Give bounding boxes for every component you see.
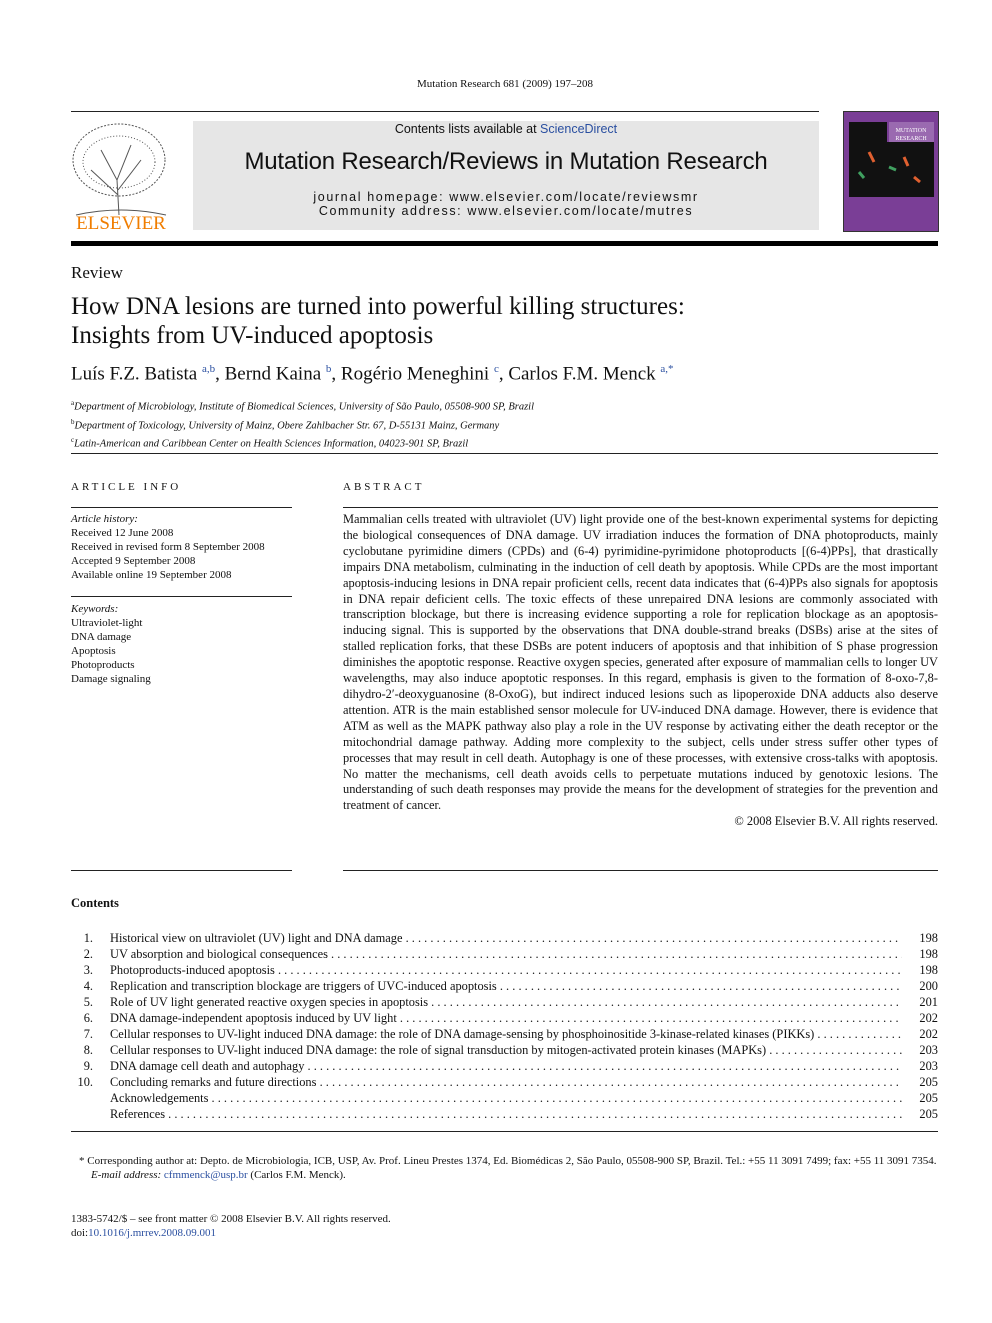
toc-page[interactable]: 203 xyxy=(902,1042,938,1058)
journal-citation: Mutation Research 681 (2009) 197–208 xyxy=(417,78,593,90)
toc-item[interactable]: 8. Cellular responses to UV-light induced… xyxy=(71,1042,938,1058)
toc-number: 4. xyxy=(83,979,93,993)
article-history: Article history: Received 12 June 2008 Re… xyxy=(71,513,265,581)
email-link[interactable]: cfmmenck@usp.br xyxy=(164,1169,248,1181)
toc-number: 3. xyxy=(83,963,93,977)
toc-page[interactable]: 203 xyxy=(902,1058,938,1074)
abstract-heading: ABSTRACT xyxy=(343,481,425,493)
toc-number: 5. xyxy=(83,995,93,1009)
toc-page[interactable]: 198 xyxy=(902,962,938,978)
toc-item[interactable]: 3. Photoproducts-induced apoptosis198 xyxy=(71,962,938,978)
corresponding-author: * Corresponding author at: Depto. de Mic… xyxy=(79,1155,937,1167)
doi-link[interactable]: 10.1016/j.mrrev.2008.09.001 xyxy=(88,1227,216,1239)
abstract: Mammalian cells treated with ultraviolet… xyxy=(343,512,938,830)
toc-page[interactable]: 205 xyxy=(902,1106,938,1122)
toc-label[interactable]: DNA damage-independent apoptosis induced… xyxy=(110,1010,902,1026)
divider xyxy=(343,507,938,508)
article-info-heading: ARTICLE INFO xyxy=(71,481,182,493)
author: Luís F.Z. Batista xyxy=(71,363,198,385)
divider xyxy=(343,870,938,871)
toc-label[interactable]: Cellular responses to UV-light induced D… xyxy=(110,1042,902,1058)
toc-item[interactable]: Acknowledgements205 xyxy=(71,1090,938,1106)
toc-number xyxy=(71,1106,93,1122)
contents-title: Contents xyxy=(71,896,119,910)
divider xyxy=(71,453,938,454)
toc-label[interactable]: DNA damage cell death and autophagy xyxy=(110,1058,902,1074)
toc-item[interactable]: 9. DNA damage cell death and autophagy203 xyxy=(71,1058,938,1074)
toc-number: 6. xyxy=(83,1011,93,1025)
toc-label[interactable]: References xyxy=(110,1106,902,1122)
author: Rogério Meneghini xyxy=(340,363,490,385)
table-of-contents: 1. Historical view on ultraviolet (UV) li… xyxy=(71,930,939,1122)
copyright: © 2008 Elsevier B.V. All rights reserved… xyxy=(734,814,938,829)
divider xyxy=(71,870,292,871)
toc-label[interactable]: Historical view on ultraviolet (UV) ligh… xyxy=(110,930,902,946)
toc-number xyxy=(71,1090,93,1106)
toc-label[interactable]: Concluding remarks and future directions xyxy=(110,1074,902,1090)
journal-banner: Contents lists available at ScienceDirec… xyxy=(193,121,819,230)
footnotes: * Corresponding author at: Depto. de Mic… xyxy=(71,1154,938,1182)
elsevier-logo: ELSEVIER xyxy=(71,120,171,234)
toc-page[interactable]: 202 xyxy=(902,1026,938,1042)
toc-number: 8. xyxy=(83,1043,93,1057)
toc-page[interactable]: 198 xyxy=(902,946,938,962)
author: Bernd Kaina xyxy=(224,363,322,385)
affiliation: cLatin-American and Caribbean Center on … xyxy=(71,436,469,450)
header-rule xyxy=(71,241,938,246)
svg-text:ELSEVIER: ELSEVIER xyxy=(76,213,166,232)
toc-number: 7. xyxy=(83,1027,93,1041)
toc-number: 10. xyxy=(77,1075,94,1089)
affiliations: aDepartment of Microbiology, Institute o… xyxy=(71,396,534,452)
sciencedirect-link[interactable]: ScienceDirect xyxy=(540,122,617,136)
author: Carlos F.M. Menck xyxy=(508,363,656,385)
front-matter: 1383-5742/$ – see front matter © 2008 El… xyxy=(71,1212,938,1240)
toc-item[interactable]: 10. Concluding remarks and future directi… xyxy=(71,1074,939,1090)
toc-number: 2. xyxy=(83,947,93,961)
toc-page[interactable]: 201 xyxy=(902,994,938,1010)
toc-item[interactable]: References205 xyxy=(71,1106,938,1122)
toc-label[interactable]: Cellular responses to UV-light induced D… xyxy=(110,1026,902,1042)
page: Mutation Research 681 (2009) 197–208 ELS… xyxy=(0,0,992,1323)
toc-item[interactable]: 1. Historical view on ultraviolet (UV) li… xyxy=(71,930,938,946)
toc-page[interactable]: 205 xyxy=(902,1074,938,1090)
toc-page[interactable]: 200 xyxy=(902,978,938,994)
abstract-text: Mammalian cells treated with ultraviolet… xyxy=(343,512,938,813)
divider xyxy=(71,507,292,508)
toc-label[interactable]: Replication and transcription blockage a… xyxy=(110,978,902,994)
toc-item[interactable]: 4. Replication and transcription blockage… xyxy=(71,978,938,994)
toc-label[interactable]: UV absorption and biological consequence… xyxy=(110,946,902,962)
contents-label: Contents lists available at xyxy=(394,122,541,136)
author-list: Luís F.Z. Batista a,b, Bernd Kaina b, Ro… xyxy=(71,363,674,385)
affiliation: aDepartment of Microbiology, Institute o… xyxy=(71,399,535,413)
toc-page[interactable]: 202 xyxy=(902,1010,938,1026)
svg-text:MUTATION: MUTATION xyxy=(896,128,928,134)
journal-title: Mutation Research/Reviews in Mutation Re… xyxy=(244,148,768,175)
keywords: Keywords: Ultraviolet-light DNA damage Apo… xyxy=(71,603,151,685)
toc-number: 9. xyxy=(83,1059,93,1073)
toc-page[interactable]: 205 xyxy=(902,1090,938,1106)
community-address[interactable]: Community address: www.elsevier.com/loca… xyxy=(193,204,819,218)
toc-item[interactable]: 5. Role of UV light generated reactive ox… xyxy=(71,994,938,1010)
toc-label[interactable]: Photoproducts-induced apoptosis xyxy=(110,962,902,978)
divider xyxy=(71,1131,938,1132)
issn: 1383-5742/$ – see front matter © 2008 El… xyxy=(71,1213,391,1225)
toc-page[interactable]: 198 xyxy=(902,930,938,946)
toc-number: 1. xyxy=(83,931,93,945)
toc-item[interactable]: 2. UV absorption and biological consequen… xyxy=(71,946,938,962)
journal-cover: MUTATION RESEARCH xyxy=(843,111,939,232)
toc-item[interactable]: 7. Cellular responses to UV-light induced… xyxy=(71,1026,938,1042)
journal-homepage[interactable]: journal homepage: www.elsevier.com/locat… xyxy=(193,190,819,204)
toc-item[interactable]: 6. DNA damage-independent apoptosis induc… xyxy=(71,1010,938,1026)
toc-label[interactable]: Role of UV light generated reactive oxyg… xyxy=(110,994,902,1010)
article-type: Review xyxy=(71,263,123,282)
svg-text:RESEARCH: RESEARCH xyxy=(895,136,927,142)
divider xyxy=(71,596,292,597)
divider xyxy=(71,111,819,112)
article-title: How DNA lesions are turned into powerful… xyxy=(71,293,685,349)
toc-label[interactable]: Acknowledgements xyxy=(110,1090,902,1106)
affiliation: bDepartment of Toxicology, University of… xyxy=(71,417,500,432)
